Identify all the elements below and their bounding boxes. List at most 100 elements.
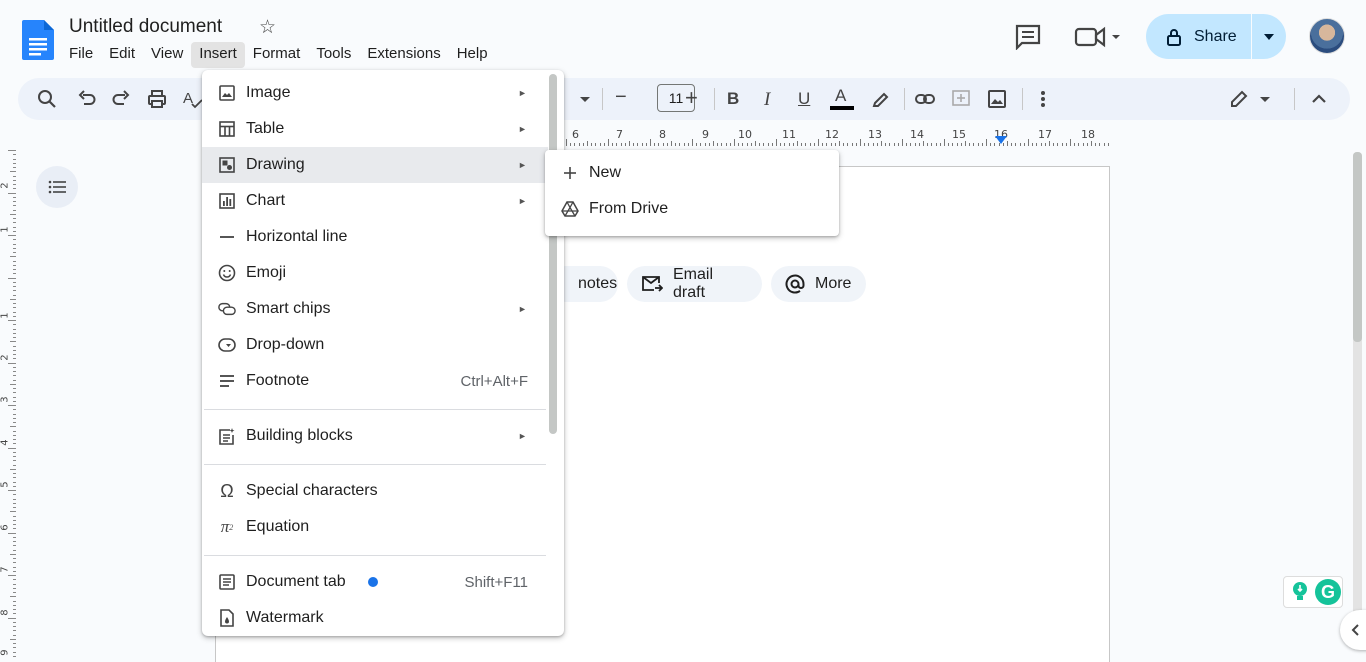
indent-marker[interactable] (995, 136, 1007, 144)
ruler-tick (729, 143, 731, 146)
grammarly-logo-icon[interactable]: G (1315, 579, 1341, 605)
ruler-tick (645, 143, 647, 146)
menu-help[interactable]: Help (449, 42, 496, 68)
vruler-tick (13, 379, 16, 381)
ruler-tick (855, 143, 857, 146)
menu-item-horizontal-line[interactable]: Horizontal line (202, 219, 548, 255)
editing-mode-pencil-icon[interactable] (1228, 88, 1250, 110)
ruler-tick (671, 141, 672, 146)
menu-item-chart[interactable]: Chart ► (202, 183, 548, 219)
ruler-tick (906, 143, 908, 146)
docs-logo-icon[interactable] (22, 20, 54, 60)
menu-item-label: Watermark (246, 609, 324, 626)
menu-item-building-blocks[interactable]: Building blocks ► (202, 418, 548, 454)
menu-item-equation[interactable]: π2 Equation (202, 509, 548, 545)
menu-item-smart-chips[interactable]: Smart chips ► (202, 291, 548, 327)
ruler-tick (1053, 143, 1055, 146)
ruler-tick (750, 143, 752, 146)
submenu-arrow-icon: ► (518, 160, 527, 170)
menu-item-special-characters[interactable]: Ω Special characters (202, 473, 548, 509)
highlight-icon[interactable] (870, 88, 892, 110)
italic-button[interactable]: I (764, 89, 770, 111)
vruler-tick (13, 303, 16, 304)
email-draft-chip[interactable]: Email draft (627, 266, 762, 302)
menu-item-document-tab[interactable]: Document tab Shift+F11 (202, 564, 548, 600)
lightbulb-icon[interactable] (1290, 580, 1310, 602)
menu-item-table[interactable]: Table ► (202, 111, 548, 147)
document-scrollbar-thumb[interactable] (1353, 152, 1362, 342)
spellcheck-icon[interactable]: A (182, 88, 204, 110)
search-icon[interactable] (36, 88, 58, 110)
ruler-tick (566, 139, 567, 146)
font-dropdown-caret-icon[interactable] (574, 88, 596, 110)
menu-tools[interactable]: Tools (308, 42, 359, 68)
ruler-tick (1049, 141, 1050, 146)
menu-divider (204, 555, 546, 556)
vruler-number: 1 (0, 312, 11, 319)
star-icon[interactable]: ☆ (259, 16, 276, 39)
menu-item-footnote[interactable]: Footnote Ctrl+Alt+F (202, 363, 548, 399)
vruler-tick (13, 324, 16, 326)
avatar[interactable] (1309, 18, 1345, 54)
more-chip[interactable]: More (771, 266, 866, 302)
menu-item-drop-down[interactable]: Drop-down (202, 327, 548, 363)
submenu-item-from-drive[interactable]: From Drive (545, 191, 839, 227)
decrease-font-size-button[interactable]: − (615, 86, 627, 109)
chart-icon (219, 193, 235, 209)
ruler-number: 8 (659, 128, 666, 141)
vruler-tick (13, 226, 16, 228)
menu-format[interactable]: Format (245, 42, 309, 68)
ruler-number: 18 (1081, 128, 1095, 141)
text-color-swatch (830, 106, 854, 110)
vruler-tick (8, 192, 16, 194)
vruler-tick (13, 162, 16, 164)
share-button[interactable]: Share (1146, 14, 1252, 59)
bold-button[interactable]: B (727, 89, 739, 109)
menu-item-drawing[interactable]: Drawing ► (202, 147, 548, 183)
more-vert-icon[interactable] (1032, 88, 1054, 110)
insert-image-icon[interactable] (986, 88, 1008, 110)
toolbar-divider (602, 88, 603, 110)
ruler-tick (944, 139, 945, 146)
document-outline-button[interactable] (36, 166, 78, 208)
editing-mode-caret-icon[interactable] (1254, 88, 1276, 110)
vruler-tick (13, 507, 16, 508)
submenu-item-new[interactable]: New (545, 155, 839, 191)
menu-edit[interactable]: Edit (101, 42, 143, 68)
vruler-tick (13, 201, 16, 202)
vruler-tick (10, 383, 16, 385)
menu-file[interactable]: File (61, 42, 101, 68)
link-icon[interactable] (914, 88, 936, 110)
menu-insert[interactable]: Insert (191, 42, 245, 68)
comment-history-icon[interactable] (1014, 24, 1042, 50)
redo-icon[interactable] (110, 88, 132, 110)
toolbar-divider (1022, 88, 1023, 110)
submenu-arrow-icon: ► (518, 431, 527, 441)
print-icon[interactable] (146, 88, 168, 110)
share-dropdown-button[interactable] (1252, 33, 1286, 40)
menu-view[interactable]: View (143, 42, 191, 68)
menu-scrollbar[interactable] (549, 74, 557, 434)
menu-extensions[interactable]: Extensions (359, 42, 448, 68)
vruler-tick (13, 545, 16, 547)
undo-icon[interactable] (76, 88, 98, 110)
menu-item-watermark[interactable]: Watermark (202, 600, 548, 636)
document-title[interactable]: Untitled document (69, 16, 222, 38)
ruler-tick (1040, 143, 1042, 146)
vruler-tick (13, 252, 16, 253)
building-blocks-icon (219, 428, 235, 445)
side-panel-toggle[interactable] (1340, 610, 1366, 650)
ruler-tick (629, 141, 630, 146)
collapse-toolbar-icon[interactable] (1308, 88, 1330, 110)
underline-button[interactable]: U (798, 89, 810, 109)
meet-icon[interactable] (1074, 26, 1122, 48)
add-comment-icon[interactable] (950, 88, 972, 110)
menu-item-emoji[interactable]: Emoji (202, 255, 548, 291)
increase-font-size-button[interactable]: + (685, 85, 698, 111)
text-color-button[interactable]: A (835, 86, 846, 106)
ruler-tick (582, 143, 584, 146)
menu-item-label: Special characters (246, 482, 378, 499)
vruler-tick (13, 609, 16, 610)
vruler-tick (13, 464, 16, 466)
menu-item-image[interactable]: Image ► (202, 75, 548, 111)
